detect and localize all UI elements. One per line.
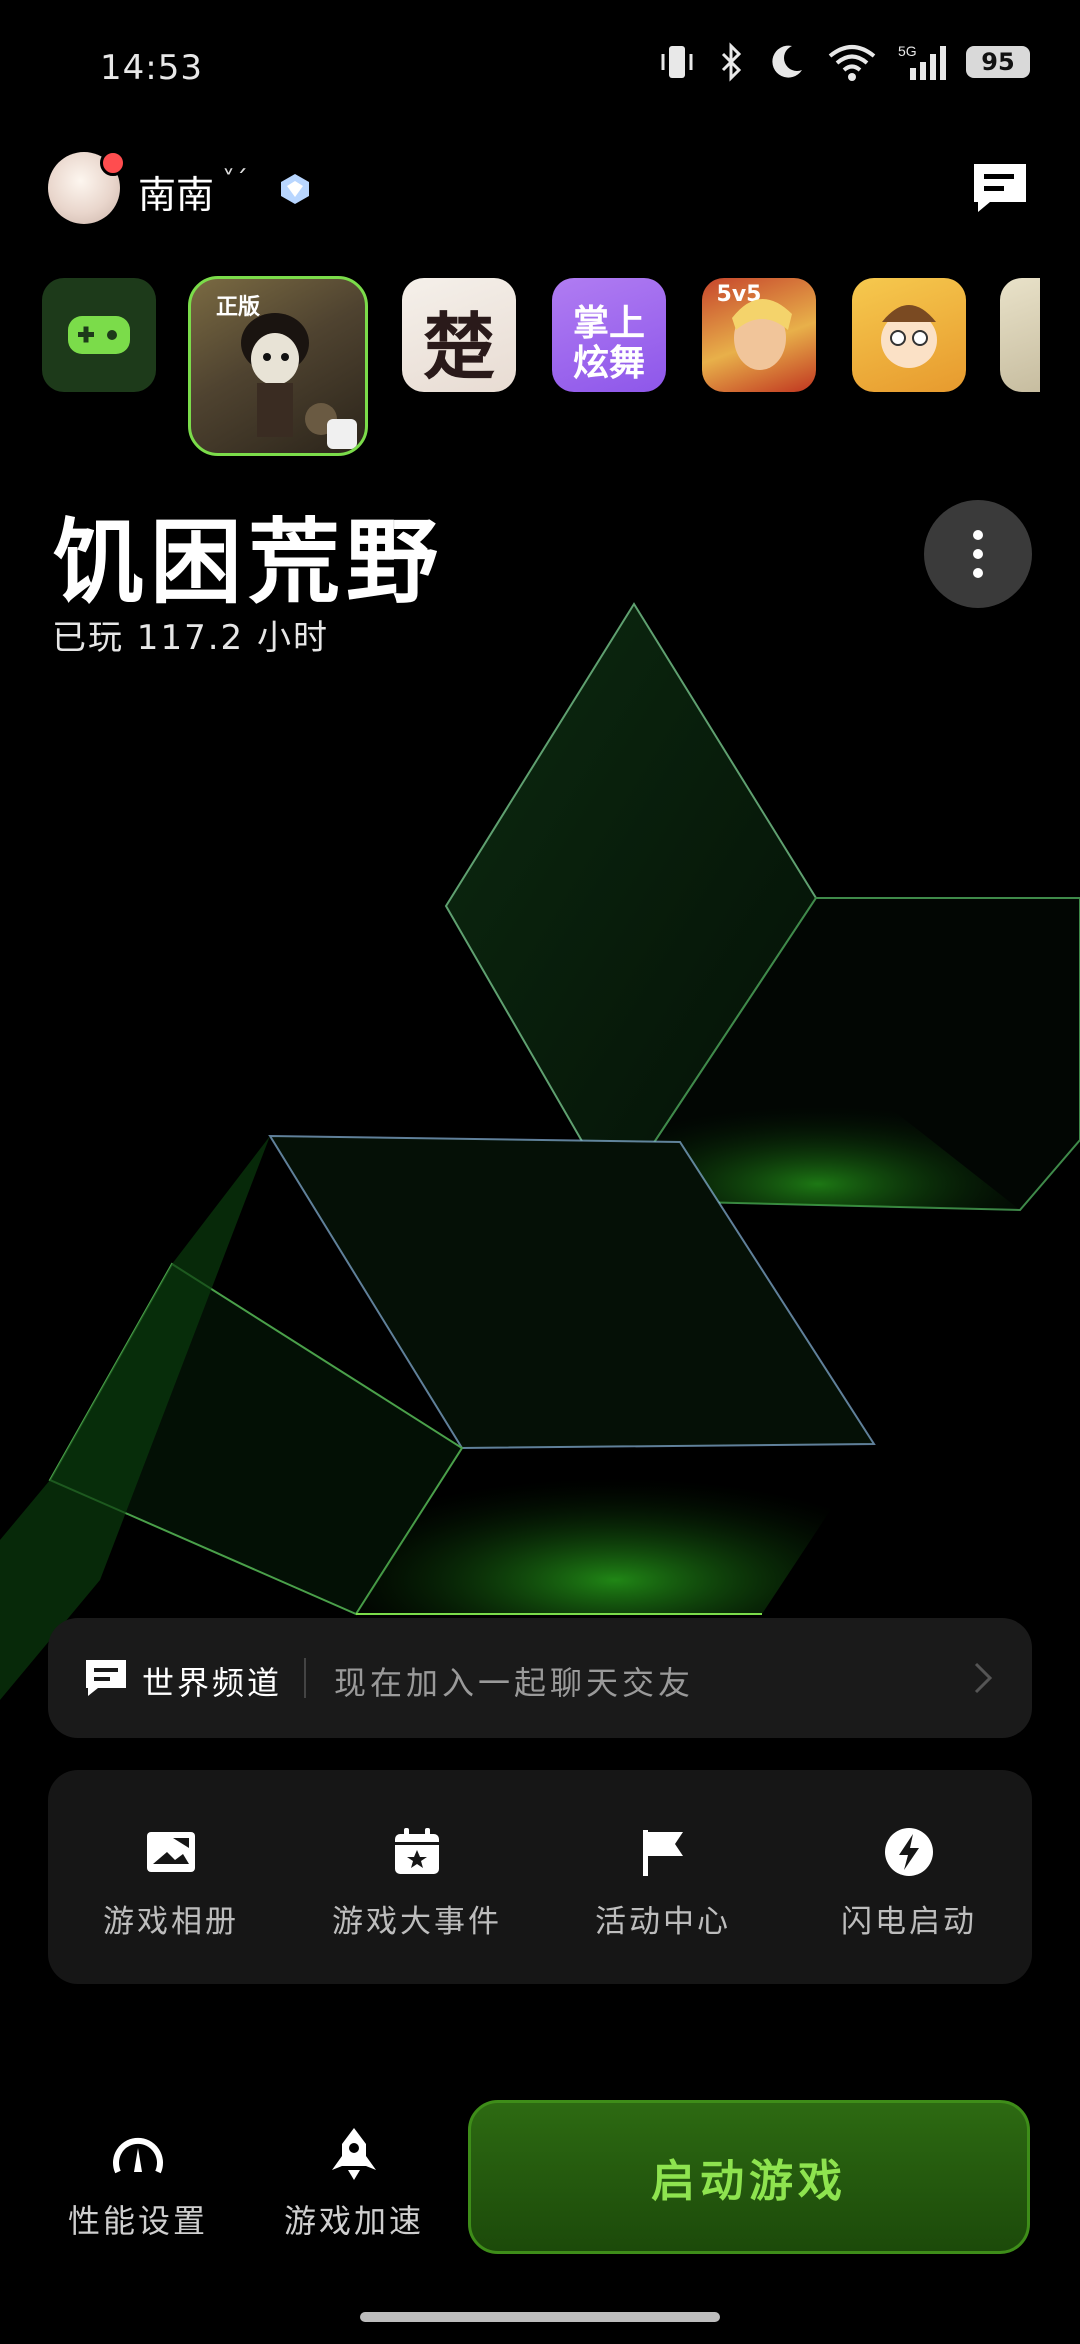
more-options-button[interactable] <box>924 500 1032 608</box>
user-chevron-icon[interactable]: ˅ˊ <box>222 166 248 196</box>
do-not-disturb-moon-icon <box>772 45 802 78</box>
vibrate-icon <box>661 46 693 78</box>
status-time: 14:53 <box>100 48 203 88</box>
rocket-icon <box>332 2128 376 2180</box>
action-label: 游戏相册 <box>103 1904 239 1940</box>
game-character-art <box>881 305 937 368</box>
game-tile-dance[interactable]: 掌上 炫舞 <box>552 278 666 392</box>
game-tile-cartoon[interactable] <box>852 278 966 392</box>
quick-actions-card: 游戏相册 游戏大事件 活动中心 闪电启动 <box>48 1770 1032 1984</box>
action-activity-center[interactable]: 活动中心 <box>540 1770 786 1984</box>
lightning-icon <box>885 1828 933 1876</box>
game-accelerate-button[interactable]: 游戏加速 <box>264 2126 444 2242</box>
message-icon[interactable] <box>970 158 1030 218</box>
status-icons: 5G 95 <box>660 40 1030 84</box>
divider <box>304 1658 306 1698</box>
action-game-album[interactable]: 游戏相册 <box>48 1770 294 1984</box>
more-dot <box>973 568 983 578</box>
more-dot <box>973 530 983 540</box>
game-tile-dont-starve[interactable]: 正版 <box>188 276 368 456</box>
play-time: 已玩 117.2 小时 <box>52 618 329 658</box>
notification-dot <box>100 150 126 176</box>
action-label: 闪电启动 <box>841 1904 977 1940</box>
game-tile-text-line2: 炫舞 <box>572 343 645 384</box>
performance-settings-button[interactable]: 性能设置 <box>48 2126 228 2242</box>
game-character-art <box>241 313 357 449</box>
game-accelerate-label: 游戏加速 <box>283 2202 424 2240</box>
game-title: 饥困荒野 <box>52 509 445 616</box>
username[interactable]: 南南 <box>138 164 214 219</box>
action-game-events[interactable]: 游戏大事件 <box>294 1770 540 1984</box>
battery-indicator: 95 <box>966 46 1030 78</box>
game-tile-text: 楚 <box>422 304 495 389</box>
chat-icon <box>86 1660 126 1696</box>
background-geometric-art <box>0 602 1080 1700</box>
more-dot <box>973 549 983 559</box>
speedometer-icon <box>113 2137 163 2174</box>
action-label: 活动中心 <box>595 1904 731 1940</box>
album-icon <box>147 1832 195 1872</box>
gamepad-icon <box>68 316 130 354</box>
launch-game-button[interactable]: 启动游戏 <box>468 2100 1030 2254</box>
bluetooth-icon <box>721 42 742 82</box>
signal-5g-icon: 5G <box>898 43 946 80</box>
action-label: 游戏大事件 <box>332 1904 502 1940</box>
world-channel-subtitle: 现在加入一起聊天交友 <box>334 1664 695 1702</box>
action-lightning-launch[interactable]: 闪电启动 <box>786 1770 1032 1984</box>
game-tile-kings[interactable]: 5v5 <box>702 278 816 392</box>
game-hero-art <box>732 298 792 370</box>
game-library-button[interactable] <box>42 278 156 392</box>
performance-settings-label: 性能设置 <box>67 2202 208 2240</box>
calendar-star-icon <box>395 1828 439 1874</box>
chevron-right-icon <box>974 1662 993 1694</box>
vip-diamond-icon <box>281 174 309 204</box>
wifi-icon <box>828 45 876 81</box>
svg-text:5G: 5G <box>898 43 917 59</box>
world-channel-bar[interactable]: 世界频道 现在加入一起聊天交友 <box>48 1618 1032 1738</box>
world-channel-title: 世界频道 <box>142 1664 283 1702</box>
game-tile-chu[interactable]: 楚 <box>402 278 516 392</box>
flag-icon <box>643 1830 683 1876</box>
game-tile-partial[interactable] <box>1000 278 1040 392</box>
home-indicator[interactable] <box>360 2312 720 2322</box>
